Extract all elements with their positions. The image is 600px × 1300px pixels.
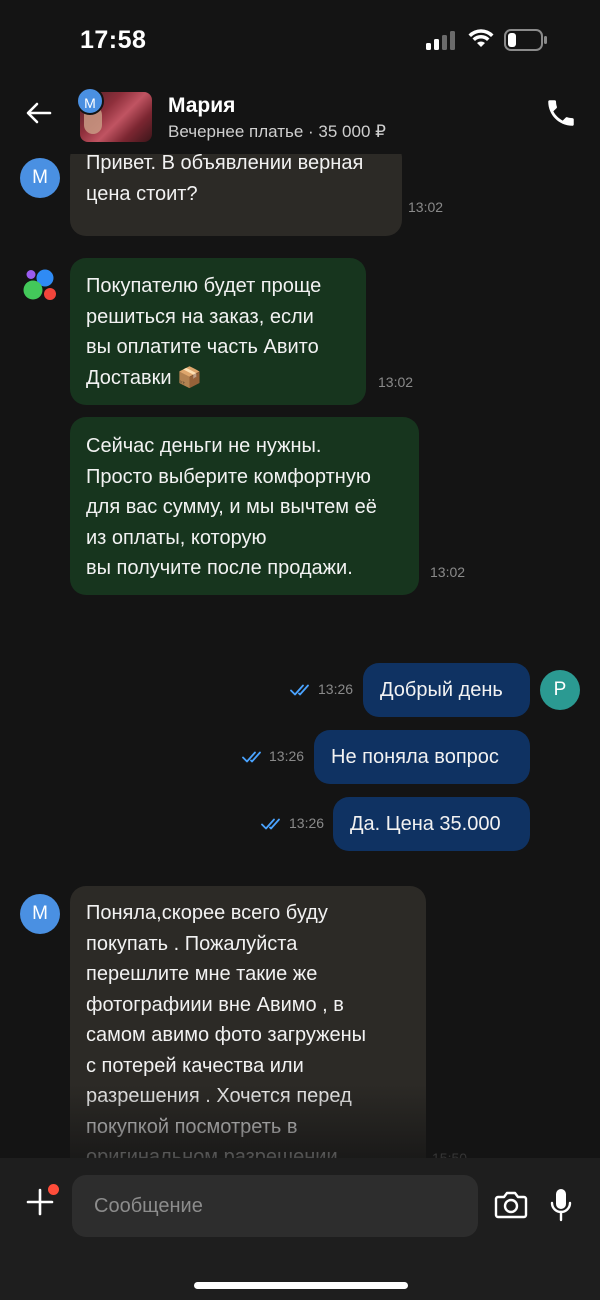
double-check-icon [242,750,266,764]
camera-icon[interactable] [494,1190,528,1220]
system-message-bubble[interactable]: Покупателю будет проще решиться на заказ… [70,258,366,405]
double-check-icon [261,817,285,831]
message-line: Сейчас деньги не нужны. [86,435,322,457]
message-line: покупать . Пожалуйста [86,932,298,955]
outgoing-message-bubble[interactable]: Добрый день [363,663,530,717]
outgoing-message-bubble[interactable]: Не поняла вопрос [314,730,530,784]
incoming-message-bubble[interactable]: Привет. В объявлении верная цена стоит? [70,154,402,236]
incoming-message-bubble[interactable]: Поняла,скорее всего буду покупать . Пожа… [70,886,426,1158]
status-time: 17:58 [80,26,147,54]
message-line: из оплаты, которую [86,526,267,549]
sender-avatar[interactable]: М [20,894,60,934]
sender-avatar[interactable]: М [20,158,60,198]
phone-icon[interactable] [544,96,578,130]
back-arrow-icon[interactable] [24,98,54,128]
message-line: для вас сумму, и мы вычтем её [86,496,377,518]
message-line: покупкой посмотреть в [86,1115,298,1138]
chat-header: М Мария Вечернее платье · 35 000 ₽ [0,84,600,154]
double-check-icon [290,683,314,697]
avito-logo-icon [22,268,58,302]
message-text: Сейчас деньги не нужны. Просто выберите … [86,431,377,584]
status-bar: 17:58 [0,0,600,84]
message-line: цена стоит? [86,182,198,205]
contact-name[interactable]: Мария [168,94,235,118]
message-line: вы получите после продажи. [86,557,353,579]
my-avatar[interactable]: Р [540,670,580,710]
home-indicator [194,1282,408,1289]
system-message-bubble[interactable]: Сейчас деньги не нужны. Просто выберите … [70,417,419,595]
battery-icon [504,29,548,51]
message-text: Покупателю будет проще решиться на заказ… [86,271,321,393]
microphone-icon[interactable] [550,1188,572,1222]
message-line: Просто выберите комфортную [86,465,371,488]
message-time: 13:26 [318,681,354,697]
message-line: Поняла,скорее всего буду [86,902,328,924]
message-time: 13:02 [378,374,414,390]
contact-avatar: М [76,87,104,115]
message-input[interactable] [72,1175,478,1237]
message-line: Покупателю будет проще [86,275,322,297]
message-line: перешлите мне такие же [86,963,318,985]
message-line: решиться на заказ, если [86,305,314,328]
message-line: вы оплатите часть Авито [86,336,319,358]
message-time: 13:26 [289,815,325,831]
message-line: оригинальном разрешении [86,1146,338,1158]
chat-messages[interactable]: М Привет. В объявлении верная цена стоит… [0,154,600,1158]
message-time: 13:02 [408,199,444,215]
notification-dot [48,1184,59,1195]
message-composer [0,1158,600,1300]
message-time: 15:50 [432,1150,468,1158]
message-time: 13:26 [269,748,305,764]
message-time: 13:02 [430,564,466,580]
message-line: разрешения . Хочется перед [86,1085,352,1107]
cellular-signal-icon [426,30,458,50]
wifi-icon [468,28,494,50]
message-line: самом авимо фото загружены [86,1024,367,1046]
message-line: Привет. В объявлении верная [86,154,364,174]
listing-title-price[interactable]: Вечернее платье · 35 000 ₽ [168,122,386,142]
message-text: Поняла,скорее всего буду покупать . Пожа… [86,898,366,1158]
message-text: Привет. В объявлении верная цена стоит? [86,154,363,209]
outgoing-message-bubble[interactable]: Да. Цена 35.000 [333,797,530,851]
message-line: с потерей качества или [86,1054,304,1077]
message-line: фотографиии вне Авимо , в [86,993,344,1016]
message-line: Доставки 📦 [86,366,202,389]
